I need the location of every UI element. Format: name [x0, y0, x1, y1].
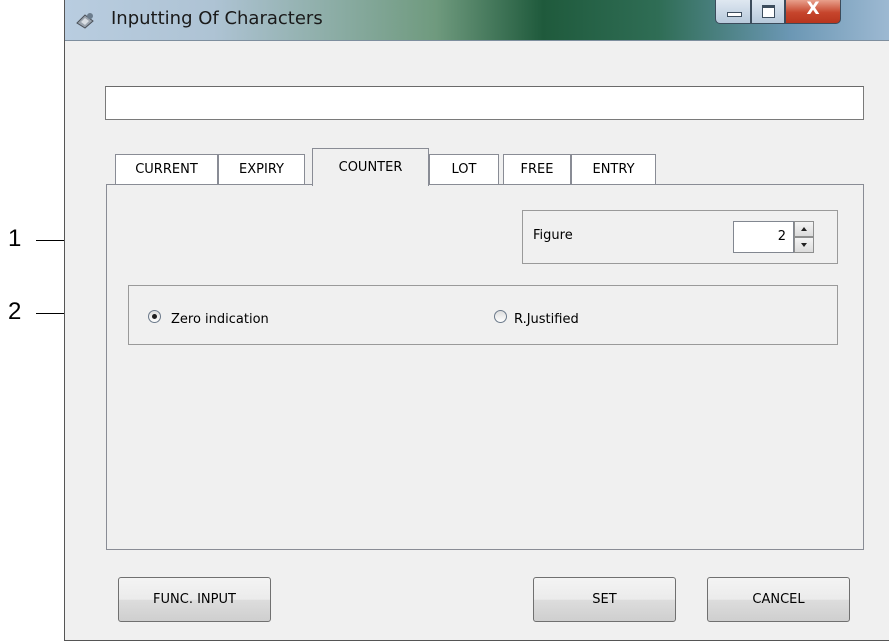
tab-lot[interactable]: LOT: [429, 154, 499, 184]
figure-value-field[interactable]: 2: [733, 221, 794, 253]
cancel-button[interactable]: CANCEL: [707, 577, 850, 622]
tab-free[interactable]: FREE: [503, 154, 571, 184]
title-bar[interactable]: Inputting Of Characters X: [65, 0, 889, 41]
set-button[interactable]: SET: [533, 577, 676, 622]
tab-entry[interactable]: ENTRY: [571, 154, 656, 184]
figure-label: Figure: [533, 228, 573, 243]
zero-indication-radio[interactable]: [148, 310, 161, 323]
character-input-field[interactable]: [105, 86, 864, 120]
spin-down-arrow-icon[interactable]: [794, 237, 814, 253]
maximize-icon: [762, 5, 775, 18]
close-icon: X: [806, 0, 820, 19]
close-button[interactable]: X: [785, 0, 841, 24]
r-justified-radio[interactable]: [494, 310, 507, 323]
tab-expiry[interactable]: EXPIRY: [218, 154, 305, 184]
figure-spinner[interactable]: [794, 221, 814, 253]
tab-current[interactable]: CURRENT: [115, 154, 218, 184]
tab-counter[interactable]: COUNTER: [312, 148, 429, 186]
maximize-button[interactable]: [751, 0, 785, 24]
keyboard-app-icon: [76, 13, 94, 29]
spin-up-arrow-icon[interactable]: [794, 221, 814, 237]
r-justified-label[interactable]: R.Justified: [514, 312, 579, 327]
dialog-window: Inputting Of Characters X CURRENT EXPIRY…: [64, 0, 889, 641]
callout-2: 2: [8, 298, 22, 325]
minimize-icon: [727, 12, 742, 17]
zero-indication-label[interactable]: Zero indication: [171, 312, 269, 327]
callout-1: 1: [8, 225, 22, 252]
minimize-button[interactable]: [715, 0, 751, 24]
radio-checked-dot: [152, 314, 157, 319]
func-input-button[interactable]: FUNC. INPUT: [118, 577, 271, 622]
window-title: Inputting Of Characters: [111, 8, 323, 29]
